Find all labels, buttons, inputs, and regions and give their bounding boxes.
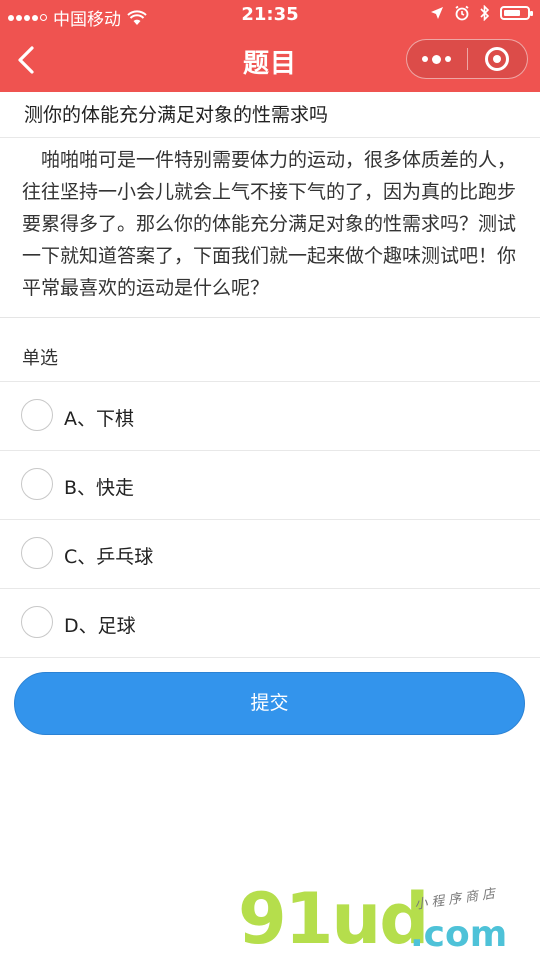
option-b[interactable]: B、快走 (0, 451, 540, 520)
bluetooth-icon (480, 5, 490, 21)
option-label: C、乒乓球 (64, 546, 154, 568)
location-arrow-icon (431, 7, 443, 19)
question-description: 啪啪啪可是一件特别需要体力的运动，很多体质差的人，往往坚持一小会儿就会上气不接下… (22, 149, 517, 299)
alarm-clock-icon (455, 5, 469, 21)
option-label: A、下棋 (64, 408, 134, 430)
watermark-suffix: .com (410, 914, 508, 955)
radio-circle-icon[interactable] (21, 537, 53, 569)
close-miniprogram-button[interactable] (468, 40, 528, 78)
section-divider (0, 317, 540, 318)
status-bar: 中国移动 21:35 (0, 0, 540, 30)
radio-circle-icon[interactable] (21, 468, 53, 500)
option-label: D、足球 (64, 615, 136, 637)
more-menu-button[interactable] (407, 40, 467, 78)
question-title: 测你的体能充分满足对象的性需求吗 (0, 92, 540, 138)
radio-circle-icon[interactable] (21, 606, 53, 638)
header-bar: 中国移动 21:35 题目 (0, 0, 540, 92)
battery-icon (500, 6, 533, 20)
miniprogram-capsule (406, 39, 528, 79)
option-a[interactable]: A、下棋 (0, 382, 540, 451)
navigation-bar: 题目 (0, 30, 540, 92)
radio-circle-icon[interactable] (21, 399, 53, 431)
option-label: B、快走 (64, 477, 135, 499)
close-target-icon (485, 47, 510, 71)
option-d[interactable]: D、足球 (0, 589, 540, 658)
more-dots-icon (422, 54, 452, 64)
watermark-logo: 91ud 小程序商店 .com (238, 884, 528, 960)
options-list: A、下棋 B、快走 C、乒乓球 D、足球 (0, 381, 540, 658)
submit-button[interactable]: 提交 (14, 672, 525, 735)
question-type-label: 单选 (22, 348, 58, 369)
watermark-main: 91ud (238, 878, 429, 960)
status-right (430, 5, 533, 21)
option-c[interactable]: C、乒乓球 (0, 520, 540, 589)
